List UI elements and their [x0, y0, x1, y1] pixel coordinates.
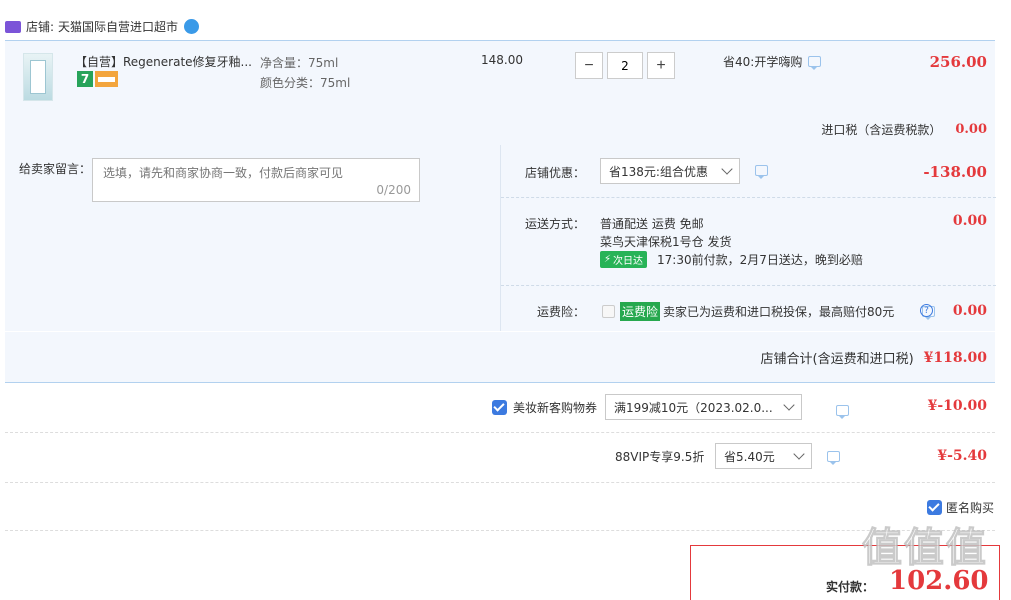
shop-promo-select[interactable]: 省138元:组合优惠	[600, 158, 740, 184]
anonymous-purchase[interactable]: 匿名购买	[927, 499, 994, 516]
coupon-selected: 满199减10元（2023.02.0...	[614, 400, 773, 415]
discount-chat-icon[interactable]	[808, 56, 822, 70]
quantity-stepper: − +	[575, 52, 675, 79]
message-label: 给卖家留言：	[19, 162, 92, 176]
increase-quantity-button[interactable]: +	[647, 52, 675, 79]
coupon-checkbox[interactable]	[492, 400, 507, 415]
shop-promo-chat-icon[interactable]	[755, 165, 768, 179]
store-label: 店铺:	[26, 20, 55, 34]
decrease-quantity-button[interactable]: −	[575, 52, 603, 79]
coupon-row: 美妆新客购物券 满199减10元（2023.02.0... ¥-10.00	[5, 383, 995, 433]
store-name-link[interactable]: 天猫国际自营进口超市	[58, 18, 178, 35]
shop-promo-selected: 省138元:组合优惠	[609, 164, 708, 179]
shop-promo-label: 店铺优惠：	[525, 166, 586, 180]
store-icon	[5, 20, 21, 33]
service-badges: 7	[77, 71, 118, 87]
vip-value: ¥-5.40	[937, 448, 987, 464]
vip-row: 88VIP专享9.5折 省5.40元 ¥-5.40	[5, 433, 995, 483]
coupon-chat-icon[interactable]	[835, 405, 849, 419]
spec-volume: 净含量：75ml	[260, 56, 339, 70]
shop-promo-value: -138.00	[923, 163, 987, 181]
freight-insurance-badge: 运费险	[620, 302, 661, 321]
help-icon[interactable]: ?	[920, 304, 933, 317]
shipping-line2: 菜鸟天津保税1号仓 发货	[600, 235, 732, 249]
store-total-value: ¥118.00	[923, 349, 987, 366]
payment-label: 实付款：	[826, 580, 875, 594]
freight-insurance-desc: 卖家已为运费和进口税投保，最高赔付80元	[663, 305, 895, 319]
import-tax-label: 进口税（含运费税款）	[821, 123, 942, 137]
vip-select[interactable]: 省5.40元	[715, 443, 812, 469]
order-item-panel: 【自营】Regenerate修复牙釉... 7 净含量：75ml 颜色分类：75…	[5, 40, 995, 145]
options-panel: 给卖家留言： 0/200 店铺优惠： 省138元:组合优惠 -138.00 运送…	[5, 145, 996, 383]
next-day-badge: ⚡ 次日达	[600, 251, 648, 268]
next-day-badge-text: 次日达	[613, 256, 644, 267]
seller-message-input[interactable]	[93, 159, 419, 201]
unit-price: 148.00	[481, 53, 523, 67]
freight-insurance-value: 0.00	[952, 303, 987, 319]
shipping-label: 运送方式：	[525, 217, 586, 231]
quantity-input[interactable]	[607, 52, 643, 79]
next-day-note: 17:30前付款，2月7日送达，晚到必赔	[657, 253, 863, 267]
freight-insurance-checkbox[interactable]	[602, 305, 615, 318]
item-subtotal: 256.00	[929, 53, 987, 71]
store-total-label: 店铺合计(含运费和进口税)	[760, 352, 914, 367]
message-box: 0/200	[92, 158, 420, 202]
shipping-value: 0.00	[952, 213, 987, 229]
right-options: 店铺优惠： 省138元:组合优惠 -138.00 运送方式： 普通配送 运费 免…	[500, 145, 996, 331]
wangwang-icon[interactable]	[184, 19, 200, 34]
message-counter: 0/200	[376, 183, 411, 197]
product-title-link[interactable]: 【自营】Regenerate修复牙釉...	[75, 53, 252, 70]
vip-label: 88VIP专享9.5折	[615, 450, 705, 464]
anonymous-label: 匿名购买	[946, 501, 995, 515]
spec-color: 颜色分类：75ml	[260, 76, 351, 90]
next-day-row: ⚡ 次日达 17:30前付款，2月7日送达，晚到必赔	[600, 251, 863, 268]
shipping-line1: 普通配送 运费 免邮	[600, 217, 704, 231]
vip-selected: 省5.40元	[724, 449, 775, 464]
store-header: 店铺: 天猫国际自营进口超市	[5, 18, 200, 35]
coupon-select[interactable]: 满199减10元（2023.02.0...	[605, 394, 802, 420]
watermark: 值 值 值	[862, 525, 987, 572]
card-payment-icon	[95, 71, 118, 87]
freight-insurance-label: 运费险：	[537, 305, 586, 319]
lightning-icon: ⚡	[604, 254, 612, 265]
import-tax: 进口税（含运费税款） 0.00	[821, 121, 987, 138]
coupon-value: ¥-10.00	[927, 398, 987, 414]
store-total: 店铺合计(含运费和进口税) ¥118.00	[760, 348, 987, 368]
vip-chat-icon[interactable]	[827, 451, 840, 465]
import-tax-value: 0.00	[955, 122, 987, 137]
product-thumbnail[interactable]	[23, 53, 53, 101]
item-discount: 省40:开学嗨购	[723, 53, 822, 70]
seven-day-return-badge: 7	[77, 71, 93, 87]
anonymous-checkbox[interactable]	[927, 500, 942, 515]
item-discount-text: 省40:开学嗨购	[723, 55, 803, 69]
coupon-label: 美妆新客购物券	[513, 401, 598, 415]
